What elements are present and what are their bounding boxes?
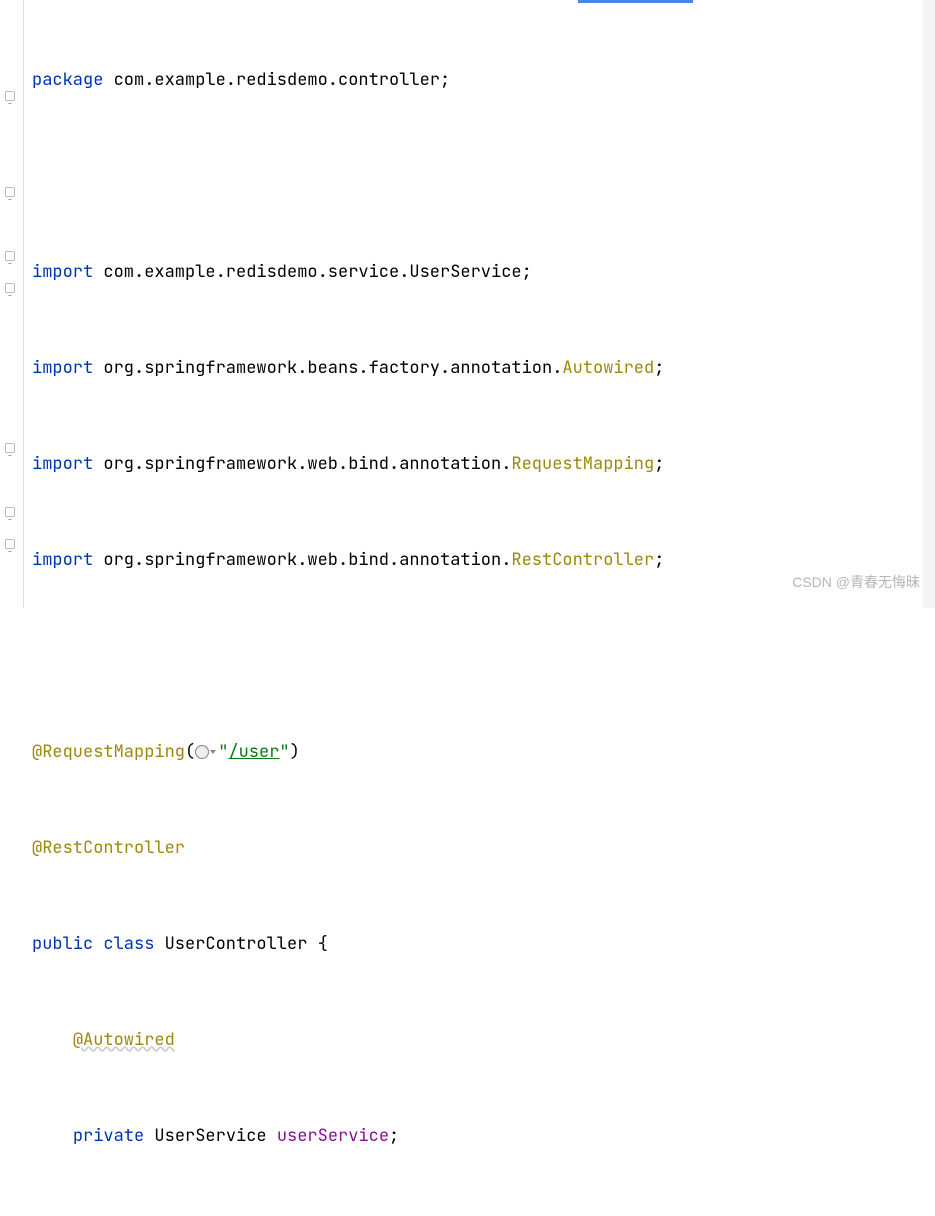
keyword: public	[32, 933, 93, 955]
brace: {	[318, 933, 328, 955]
code-line[interactable]: import org.springframework.web.bind.anno…	[28, 448, 935, 480]
code-line[interactable]: public class UserController {	[28, 928, 935, 960]
code-line[interactable]: import org.springframework.beans.factory…	[28, 352, 935, 384]
class-name: RequestMapping	[511, 453, 654, 475]
dropdown-icon[interactable]	[210, 750, 216, 754]
import-path: com.example.redisdemo.service.UserServic…	[93, 261, 532, 283]
code-line[interactable]: @RestController	[28, 832, 935, 864]
annotation: @RestController	[32, 837, 185, 859]
semicolon: ;	[654, 453, 664, 475]
import-path: org.springframework.web.bind.annotation.	[93, 549, 511, 571]
import-path: org.springframework.web.bind.annotation.	[93, 453, 511, 475]
import-path: org.springframework.beans.factory.annota…	[93, 357, 562, 379]
code-line[interactable]: import com.example.redisdemo.service.Use…	[28, 256, 935, 288]
scrollbar[interactable]	[923, 0, 935, 608]
class-name: RestController	[511, 549, 654, 571]
keyword: import	[32, 453, 93, 475]
code-line[interactable]: @RequestMapping( "/user")	[28, 736, 935, 768]
watermark: CSDN @青春无悔昧	[792, 566, 920, 598]
string-quote: "	[218, 741, 228, 763]
keyword: package	[32, 69, 103, 91]
keyword: import	[32, 357, 93, 379]
globe-icon[interactable]	[195, 745, 209, 759]
code-line[interactable]: package com.example.redisdemo.controller…	[28, 64, 935, 96]
package-path: com.example.redisdemo.controller;	[103, 69, 450, 91]
annotation: @Autowired	[73, 1029, 175, 1051]
fold-marker[interactable]	[2, 280, 18, 296]
class-name: UserController	[154, 933, 317, 955]
fold-marker[interactable]	[2, 184, 18, 200]
semicolon: ;	[389, 1125, 399, 1147]
code-line[interactable]: private UserService userService;	[28, 1120, 935, 1152]
paren: (	[185, 741, 195, 763]
keyword: import	[32, 549, 93, 571]
field-name: userService	[277, 1125, 389, 1147]
class-name: Autowired	[562, 357, 654, 379]
gutter[interactable]	[0, 0, 24, 608]
code-line[interactable]	[28, 640, 935, 672]
keyword: class	[93, 933, 154, 955]
code-line[interactable]: @Autowired	[28, 1024, 935, 1056]
keyword: private	[73, 1125, 144, 1147]
paren: )	[290, 741, 300, 763]
fold-marker[interactable]	[2, 88, 18, 104]
fold-marker[interactable]	[2, 440, 18, 456]
semicolon: ;	[654, 549, 664, 571]
url-path[interactable]: /user	[228, 741, 279, 763]
keyword: import	[32, 261, 93, 283]
code-area[interactable]: package com.example.redisdemo.controller…	[24, 0, 935, 608]
code-line[interactable]	[28, 160, 935, 192]
fold-marker[interactable]	[2, 504, 18, 520]
type: UserService	[144, 1125, 277, 1147]
annotation: @RequestMapping	[32, 741, 185, 763]
semicolon: ;	[654, 357, 664, 379]
fold-marker[interactable]	[2, 248, 18, 264]
fold-marker[interactable]	[2, 536, 18, 552]
string-quote: "	[279, 741, 289, 763]
code-editor[interactable]: package com.example.redisdemo.controller…	[0, 0, 935, 608]
